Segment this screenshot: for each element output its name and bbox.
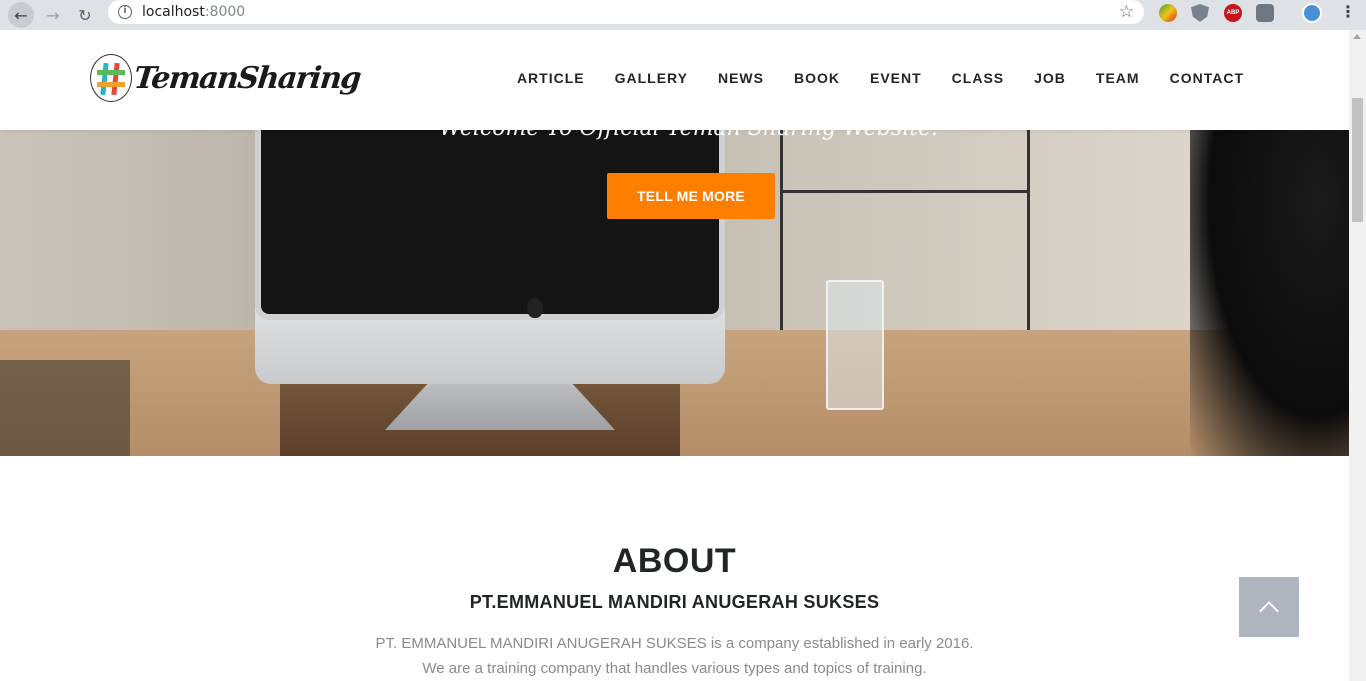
nav-class[interactable]: CLASS [952, 70, 1004, 86]
scrollbar-thumb[interactable] [1352, 98, 1363, 222]
extension-colorful-icon[interactable] [1159, 4, 1177, 22]
back-icon[interactable]: ← [8, 2, 34, 28]
extension-chat-icon[interactable] [1256, 4, 1274, 22]
nav-event[interactable]: EVENT [870, 70, 922, 86]
nav-book[interactable]: BOOK [794, 70, 840, 86]
bookmark-star-icon[interactable]: ☆ [1119, 2, 1134, 22]
nav-news[interactable]: NEWS [718, 70, 764, 86]
about-text-line-2: We are a training company that handles v… [422, 660, 927, 677]
scroll-up-arrow-icon[interactable] [1353, 34, 1361, 39]
url-host: localhost [142, 4, 205, 20]
nav-contact[interactable]: CONTACT [1170, 70, 1244, 86]
forward-icon[interactable]: → [40, 3, 66, 27]
info-icon[interactable]: i [118, 5, 132, 19]
nav-job[interactable]: JOB [1034, 70, 1066, 86]
main-nav: ARTICLE GALLERY NEWS BOOK EVENT CLASS JO… [487, 70, 1244, 86]
chevron-up-icon [1259, 600, 1279, 621]
reload-icon[interactable]: ↻ [72, 3, 98, 27]
extension-adblock-icon[interactable]: ABP [1224, 4, 1242, 22]
browser-menu-icon[interactable]: ⋮ [1340, 2, 1356, 21]
extension-shield-icon[interactable] [1191, 4, 1209, 22]
apple-logo-icon [527, 298, 543, 318]
hero-pencups [0, 360, 130, 456]
nav-team[interactable]: TEAM [1096, 70, 1140, 86]
profile-avatar[interactable] [1302, 3, 1322, 23]
site-header: TemanSharing ARTICLE GALLERY NEWS BOOK E… [0, 30, 1349, 130]
site-logo[interactable]: TemanSharing [90, 54, 362, 102]
browser-toolbar: ← → ↻ i localhost:8000 ☆ ABP ⋮ [0, 0, 1366, 30]
tell-me-more-button[interactable]: TELL ME MORE [607, 173, 775, 219]
about-text-line-1: PT. EMMANUEL MANDIRI ANUGERAH SUKSES is … [375, 635, 974, 652]
scroll-to-top-button[interactable] [1239, 577, 1299, 637]
about-title: ABOUT [612, 542, 737, 580]
url-text[interactable]: localhost:8000 [142, 4, 245, 20]
about-subtitle: PT.EMMANUEL MANDIRI ANUGERAH SUKSES [469, 592, 880, 612]
nav-article[interactable]: ARTICLE [517, 70, 585, 86]
hero-shelf-board [780, 190, 1030, 193]
hero-water-glass [826, 280, 884, 410]
page-viewport: Welcome To Official Teman Sharing Websit… [0, 30, 1349, 681]
address-bar[interactable]: i localhost:8000 ☆ [108, 0, 1144, 24]
hashtag-logo-icon [90, 54, 132, 102]
url-port: :8000 [204, 4, 246, 20]
page-scrollbar[interactable] [1349, 30, 1366, 681]
nav-gallery[interactable]: GALLERY [615, 70, 688, 86]
adblock-label: ABP [1226, 10, 1240, 16]
logo-wordmark: TemanSharing [132, 60, 362, 96]
